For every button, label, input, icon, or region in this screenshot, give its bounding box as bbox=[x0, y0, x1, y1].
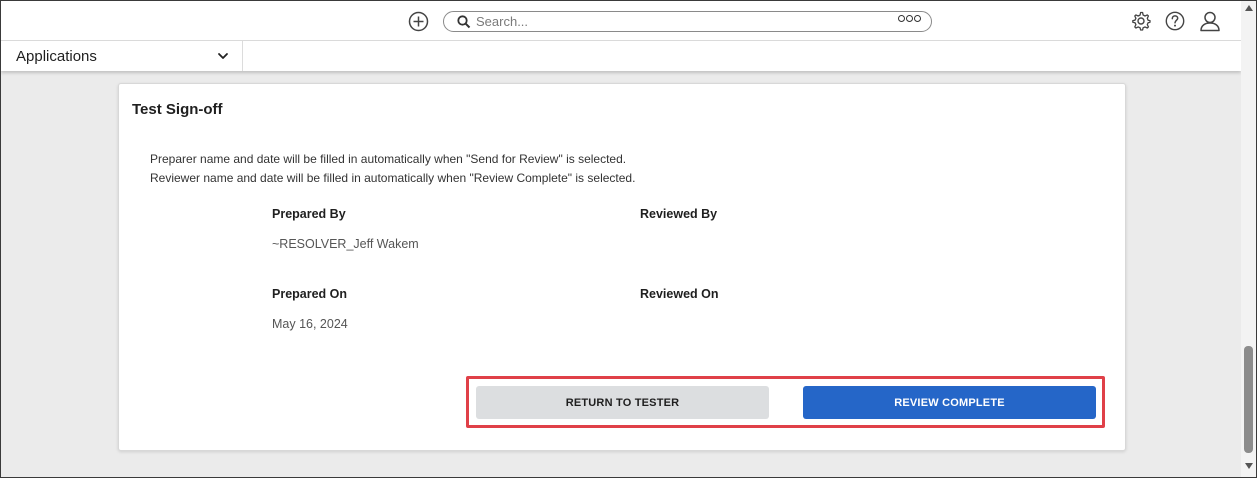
add-icon bbox=[408, 11, 429, 32]
help-button[interactable] bbox=[1164, 10, 1186, 32]
user-icon bbox=[1200, 11, 1220, 32]
user-profile-button[interactable] bbox=[1199, 10, 1221, 32]
help-icon bbox=[1165, 11, 1185, 31]
review-complete-button[interactable]: REVIEW COMPLETE bbox=[803, 386, 1096, 419]
preparer-note: Preparer name and date will be filled in… bbox=[150, 152, 627, 166]
reviewer-note: Reviewer name and date will be filled in… bbox=[150, 171, 636, 185]
prepared-by-label: Prepared By bbox=[272, 207, 346, 221]
gear-icon bbox=[1132, 11, 1151, 31]
search-bar bbox=[443, 11, 932, 32]
scrollbar-thumb[interactable] bbox=[1244, 346, 1253, 453]
more-icon bbox=[898, 15, 905, 22]
arrow-down-icon bbox=[1245, 463, 1253, 469]
applications-label: Applications bbox=[16, 47, 97, 65]
scroll-up-button[interactable] bbox=[1241, 1, 1256, 15]
applications-bar: Applications bbox=[1, 41, 1241, 71]
reviewed-by-label: Reviewed By bbox=[640, 207, 718, 221]
prepared-by-value: ~RESOLVER_Jeff Wakem bbox=[272, 237, 419, 251]
return-to-tester-button[interactable]: RETURN TO TESTER bbox=[476, 386, 769, 419]
prepared-on-value: May 16, 2024 bbox=[272, 317, 348, 331]
chevron-down-icon bbox=[217, 51, 229, 61]
settings-button[interactable] bbox=[1130, 10, 1152, 32]
arrow-up-icon bbox=[1245, 5, 1253, 11]
test-signoff-card: Test Sign-off Preparer name and date wil… bbox=[118, 83, 1126, 451]
scroll-down-button[interactable] bbox=[1241, 459, 1256, 473]
search-input[interactable] bbox=[476, 12, 876, 31]
add-button[interactable] bbox=[408, 11, 429, 32]
applications-dropdown[interactable]: Applications bbox=[1, 41, 243, 71]
prepared-on-label: Prepared On bbox=[272, 287, 348, 301]
top-navigation-bar bbox=[1, 1, 1241, 41]
search-options-button[interactable] bbox=[898, 15, 921, 22]
search-icon bbox=[457, 14, 471, 29]
reviewed-on-label: Reviewed On bbox=[640, 287, 719, 301]
card-title: Test Sign-off bbox=[132, 101, 223, 118]
vertical-scrollbar[interactable] bbox=[1241, 1, 1256, 477]
app-window: Applications Test Sign-off Preparer name… bbox=[0, 0, 1257, 478]
